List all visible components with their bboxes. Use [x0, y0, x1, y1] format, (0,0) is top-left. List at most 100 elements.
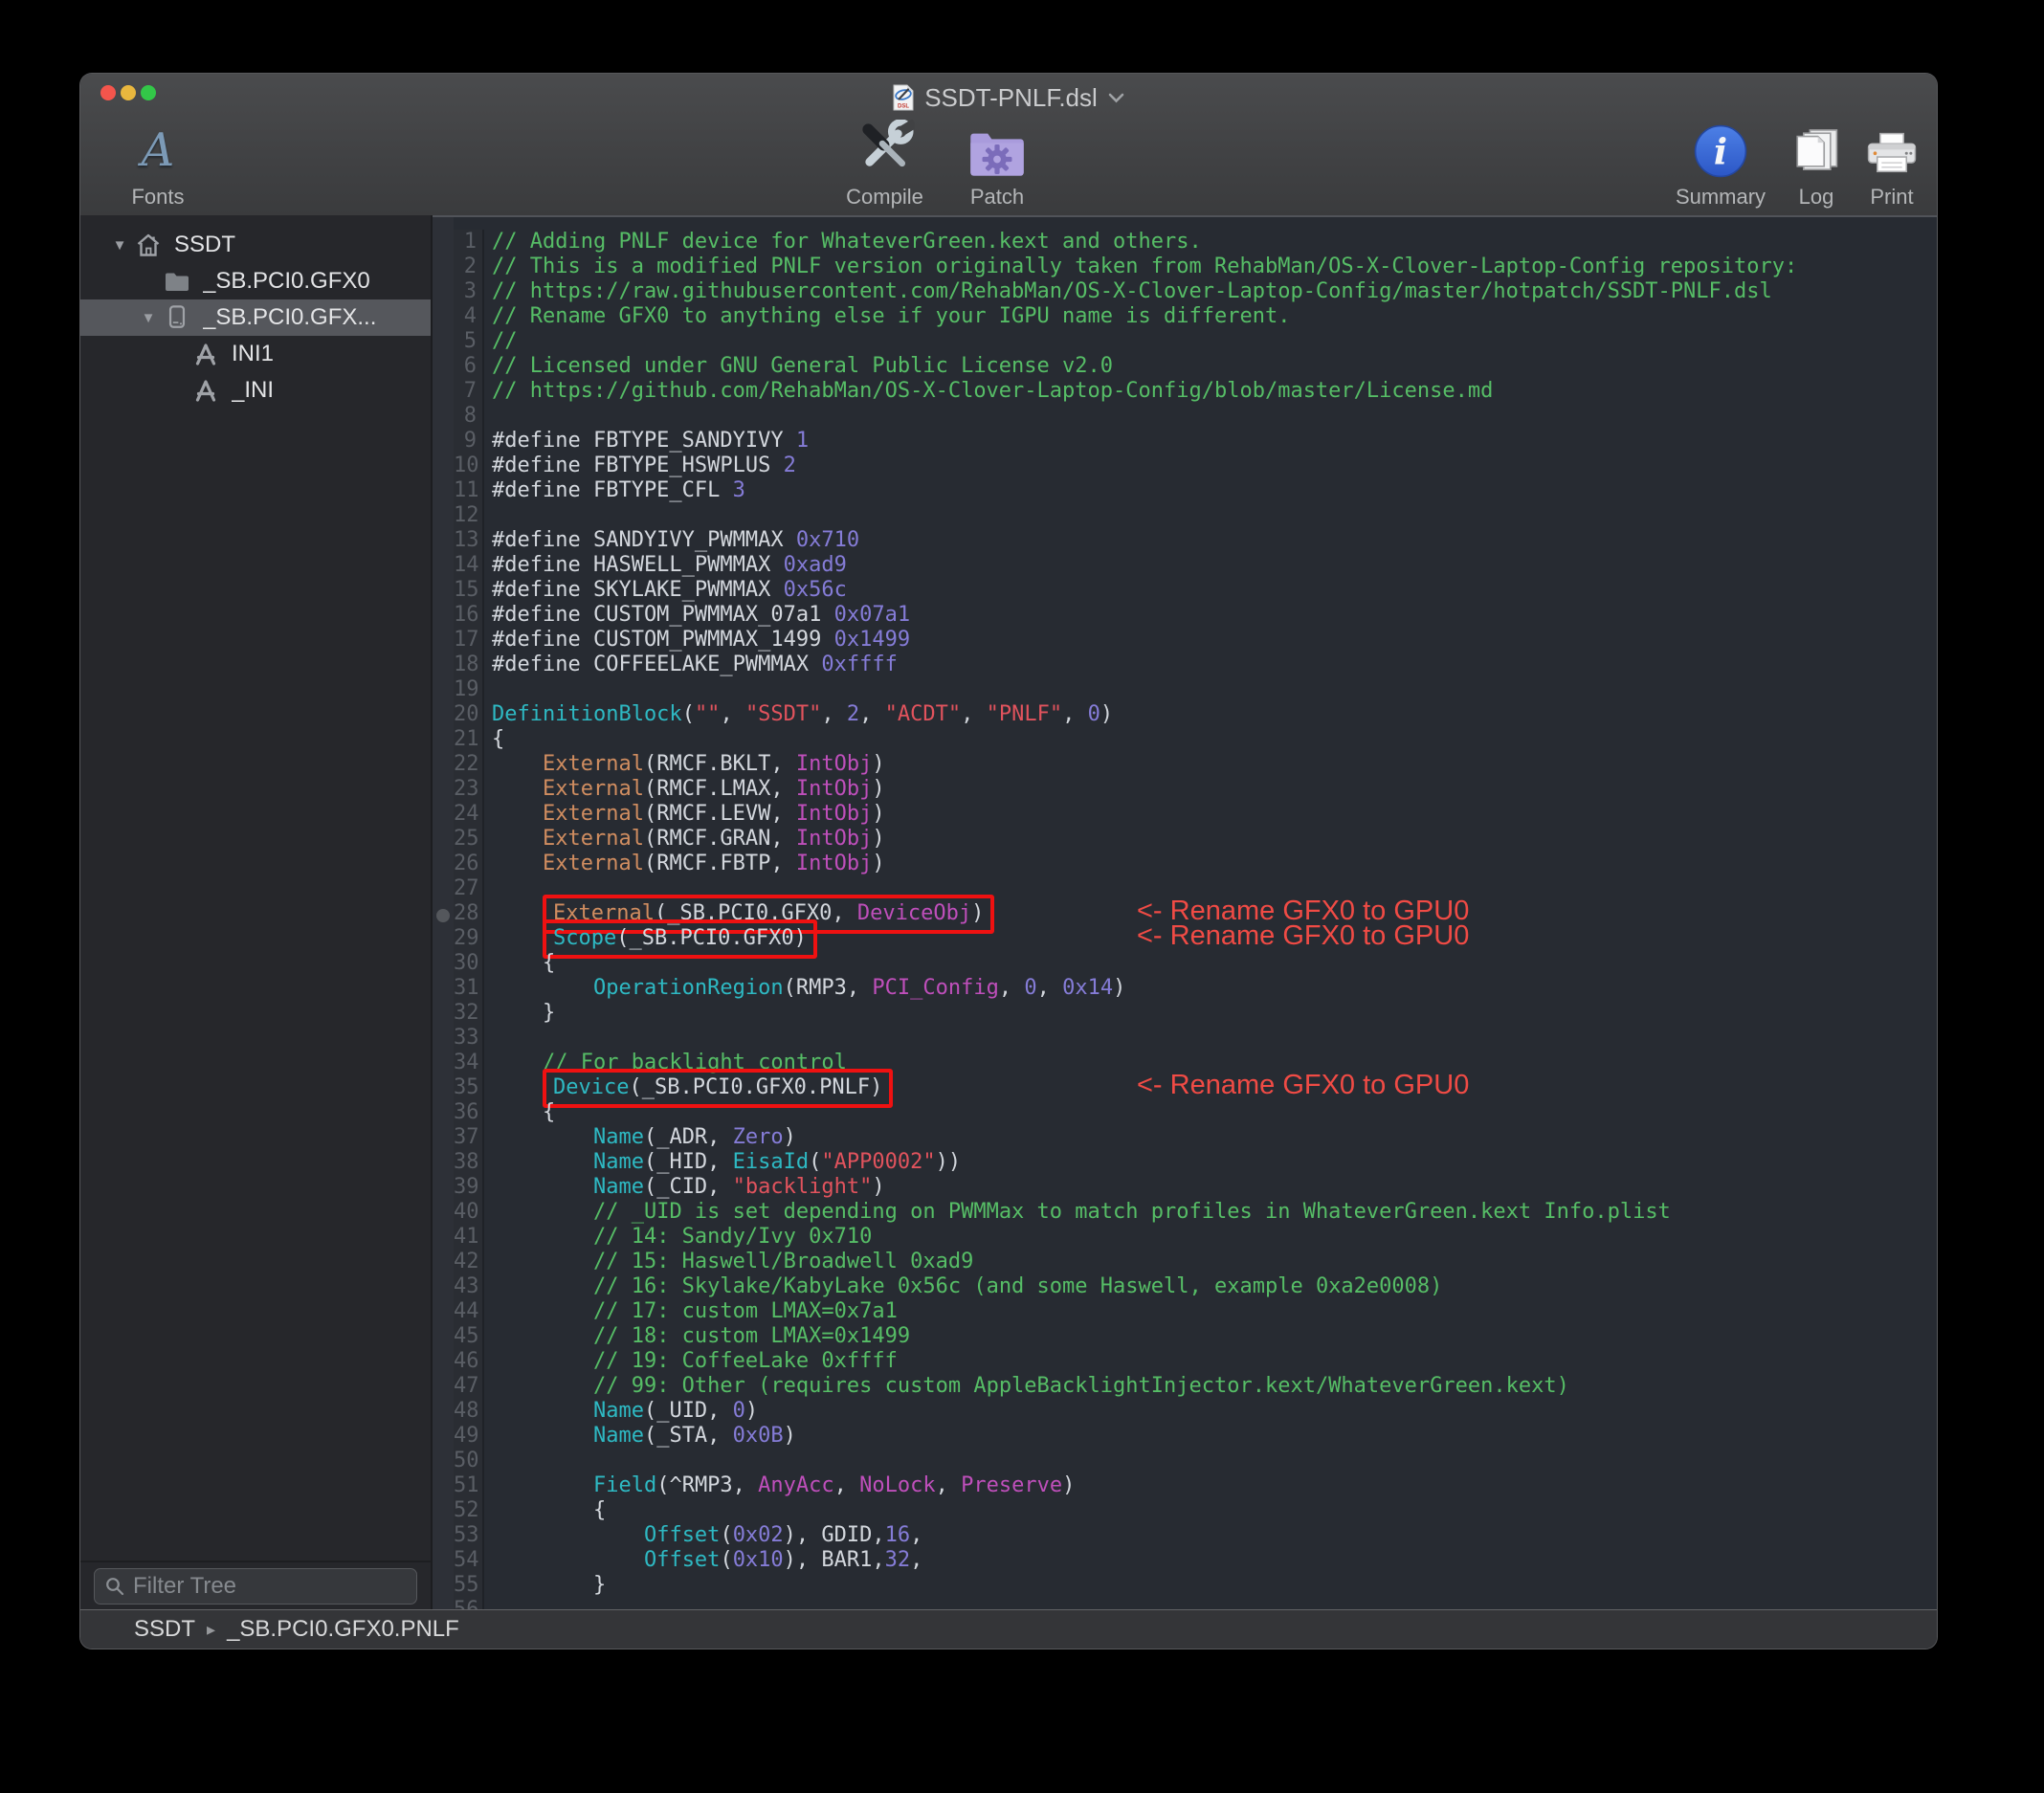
code-line-19[interactable]: 19 — [454, 677, 1937, 702]
code-line-24[interactable]: 24 External(RMCF.LEVW, IntObj) — [454, 802, 1937, 827]
code-line-14[interactable]: 14#define HASWELL_PWMMAX 0xad9 — [454, 553, 1937, 578]
line-number: 26 — [454, 852, 484, 876]
code-line-31[interactable]: 31 OperationRegion(RMP3, PCI_Config, 0, … — [454, 976, 1937, 1001]
code-text: { — [484, 727, 1937, 752]
code-line-29[interactable]: 29 Scope(_SB.PCI0.GFX0)<- Rename GFX0 to… — [454, 926, 1937, 951]
disclosure-triangle-icon[interactable]: ▼ — [107, 237, 132, 254]
search-icon — [104, 1576, 125, 1597]
code-text: Field(^RMP3, AnyAcc, NoLock, Preserve) — [484, 1473, 1937, 1498]
code-line-10[interactable]: 10#define FBTYPE_HSWPLUS 2 — [454, 454, 1937, 478]
code-line-13[interactable]: 13#define SANDYIVY_PWMMAX 0x710 — [454, 528, 1937, 553]
code-text: #define SKYLAKE_PWMMAX 0x56c — [484, 578, 1937, 603]
sidebar-item-ini1[interactable]: INI1 — [80, 336, 431, 372]
code-line-6[interactable]: 6// Licensed under GNU General Public Li… — [454, 354, 1937, 379]
code-line-12[interactable]: 12 — [454, 503, 1937, 528]
code-line-30[interactable]: 30 { — [454, 951, 1937, 976]
code-editor[interactable]: 1// Adding PNLF device for WhateverGreen… — [433, 215, 1937, 1610]
fonts-icon: A — [105, 114, 211, 179]
code-text: Offset(0x02), GDID,16, — [484, 1523, 1937, 1548]
code-line-55[interactable]: 55 } — [454, 1573, 1937, 1598]
code-line-38[interactable]: 38 Name(_HID, EisaId("APP0002")) — [454, 1150, 1937, 1175]
code-line-16[interactable]: 16#define CUSTOM_PWMMAX_07a1 0x07a1 — [454, 603, 1937, 628]
code-line-32[interactable]: 32 } — [454, 1001, 1937, 1026]
code-text: Device(_SB.PCI0.GFX0.PNLF)<- Rename GFX0… — [484, 1075, 1937, 1100]
code-text: // 99: Other (requires custom AppleBackl… — [484, 1374, 1937, 1399]
line-number: 5 — [454, 329, 484, 354]
print-label: Print — [1854, 185, 1930, 210]
code-line-51[interactable]: 51 Field(^RMP3, AnyAcc, NoLock, Preserve… — [454, 1473, 1937, 1498]
code-line-40[interactable]: 40 // _UID is set depending on PWMMax to… — [454, 1200, 1937, 1225]
code-line-54[interactable]: 54 Offset(0x10), BAR1,32, — [454, 1548, 1937, 1573]
code-line-46[interactable]: 46 // 19: CoffeeLake 0xffff — [454, 1349, 1937, 1374]
code-text: #define FBTYPE_SANDYIVY 1 — [484, 429, 1937, 454]
code-line-22[interactable]: 22 External(RMCF.BKLT, IntObj) — [454, 752, 1937, 777]
compile-button[interactable]: Compile — [825, 114, 944, 210]
code-line-18[interactable]: 18#define COFFEELAKE_PWMMAX 0xffff — [454, 653, 1937, 677]
summary-label: Summary — [1668, 185, 1773, 210]
code-line-53[interactable]: 53 Offset(0x02), GDID,16, — [454, 1523, 1937, 1548]
fonts-button[interactable]: A Fonts — [105, 114, 211, 210]
code-text: Name(_STA, 0x0B) — [484, 1424, 1937, 1449]
disclosure-triangle-icon[interactable]: ▼ — [136, 310, 161, 326]
code-line-11[interactable]: 11#define FBTYPE_CFL 3 — [454, 478, 1937, 503]
code-line-17[interactable]: 17#define CUSTOM_PWMMAX_1499 0x1499 — [454, 628, 1937, 653]
line-number: 52 — [454, 1498, 484, 1523]
document-icon[interactable]: DSL — [893, 84, 914, 111]
code-line-43[interactable]: 43 // 16: Skylake/KabyLake 0x56c (and so… — [454, 1274, 1937, 1299]
code-line-9[interactable]: 9#define FBTYPE_SANDYIVY 1 — [454, 429, 1937, 454]
code-line-39[interactable]: 39 Name(_CID, "backlight") — [454, 1175, 1937, 1200]
code-line-8[interactable]: 8 — [454, 404, 1937, 429]
code-line-48[interactable]: 48 Name(_UID, 0) — [454, 1399, 1937, 1424]
sidebar-item-ssdt[interactable]: ▼ SSDT — [80, 227, 431, 263]
code-line-26[interactable]: 26 External(RMCF.FBTP, IntObj) — [454, 852, 1937, 876]
code-line-49[interactable]: 49 Name(_STA, 0x0B) — [454, 1424, 1937, 1449]
breadcrumb-root[interactable]: SSDT — [134, 1616, 195, 1643]
code-line-47[interactable]: 47 // 99: Other (requires custom AppleBa… — [454, 1374, 1937, 1399]
code-line-15[interactable]: 15#define SKYLAKE_PWMMAX 0x56c — [454, 578, 1937, 603]
print-button[interactable]: Print — [1854, 114, 1930, 210]
code-line-4[interactable]: 4// Rename GFX0 to anything else if your… — [454, 304, 1937, 329]
code-line-7[interactable]: 7// https://github.com/RehabMan/OS-X-Clo… — [454, 379, 1937, 404]
code-line-3[interactable]: 3// https://raw.githubusercontent.com/Re… — [454, 279, 1937, 304]
line-number: 42 — [454, 1250, 484, 1274]
code-line-42[interactable]: 42 // 15: Haswell/Broadwell 0xad9 — [454, 1250, 1937, 1274]
code-line-2[interactable]: 2// This is a modified PNLF version orig… — [454, 255, 1937, 279]
code-text: // https://raw.githubusercontent.com/Reh… — [484, 279, 1937, 304]
code-text: Name(_HID, EisaId("APP0002")) — [484, 1150, 1937, 1175]
sidebar-item-label: SSDT — [174, 232, 235, 258]
chevron-down-icon[interactable] — [1108, 93, 1124, 103]
log-button[interactable]: Log — [1783, 114, 1850, 210]
patch-button[interactable]: Patch — [949, 114, 1045, 210]
code-line-5[interactable]: 5// — [454, 329, 1937, 354]
code-line-37[interactable]: 37 Name(_ADR, Zero) — [454, 1125, 1937, 1150]
code-line-23[interactable]: 23 External(RMCF.LMAX, IntObj) — [454, 777, 1937, 802]
code-line-20[interactable]: 20DefinitionBlock("", "SSDT", 2, "ACDT",… — [454, 702, 1937, 727]
line-number: 32 — [454, 1001, 484, 1026]
sidebar-tree: ▼ SSDT _SB.PCI0.GFX0▼_SB.PCI0.GFX... INI1 _I… — [80, 227, 431, 409]
filter-tree-input[interactable]: Filter Tree — [94, 1568, 417, 1605]
sidebar-item--sb-pci0-gfx-[interactable]: ▼_SB.PCI0.GFX... — [80, 299, 431, 336]
sidebar-item--ini[interactable]: _INI — [80, 372, 431, 409]
line-number: 7 — [454, 379, 484, 404]
code-text: { — [484, 1100, 1937, 1125]
code-line-44[interactable]: 44 // 17: custom LMAX=0x7a1 — [454, 1299, 1937, 1324]
code-line-1[interactable]: 1// Adding PNLF device for WhateverGreen… — [454, 230, 1937, 255]
code-line-25[interactable]: 25 External(RMCF.GRAN, IntObj) — [454, 827, 1937, 852]
code-line-21[interactable]: 21{ — [454, 727, 1937, 752]
breadcrumb-leaf[interactable]: _SB.PCI0.GFX0.PNLF — [227, 1616, 459, 1643]
code-line-50[interactable]: 50 — [454, 1449, 1937, 1473]
sidebar-item--sb-pci0-gfx0[interactable]: _SB.PCI0.GFX0 — [80, 263, 431, 299]
code-line-35[interactable]: 35 Device(_SB.PCI0.GFX0.PNLF)<- Rename G… — [454, 1075, 1937, 1100]
sidebar-item-label: INI1 — [232, 341, 274, 367]
line-number: 21 — [454, 727, 484, 752]
line-number: 53 — [454, 1523, 484, 1548]
summary-button[interactable]: i Summary — [1668, 114, 1773, 210]
window-title: SSDT-PNLF.dsl — [924, 83, 1098, 113]
code-line-45[interactable]: 45 // 18: custom LMAX=0x1499 — [454, 1324, 1937, 1349]
code-line-41[interactable]: 41 // 14: Sandy/Ivy 0x710 — [454, 1225, 1937, 1250]
line-number: 2 — [454, 255, 484, 279]
patch-label: Patch — [949, 185, 1045, 210]
code-line-52[interactable]: 52 { — [454, 1498, 1937, 1523]
code-line-33[interactable]: 33 — [454, 1026, 1937, 1051]
code-line-36[interactable]: 36 { — [454, 1100, 1937, 1125]
